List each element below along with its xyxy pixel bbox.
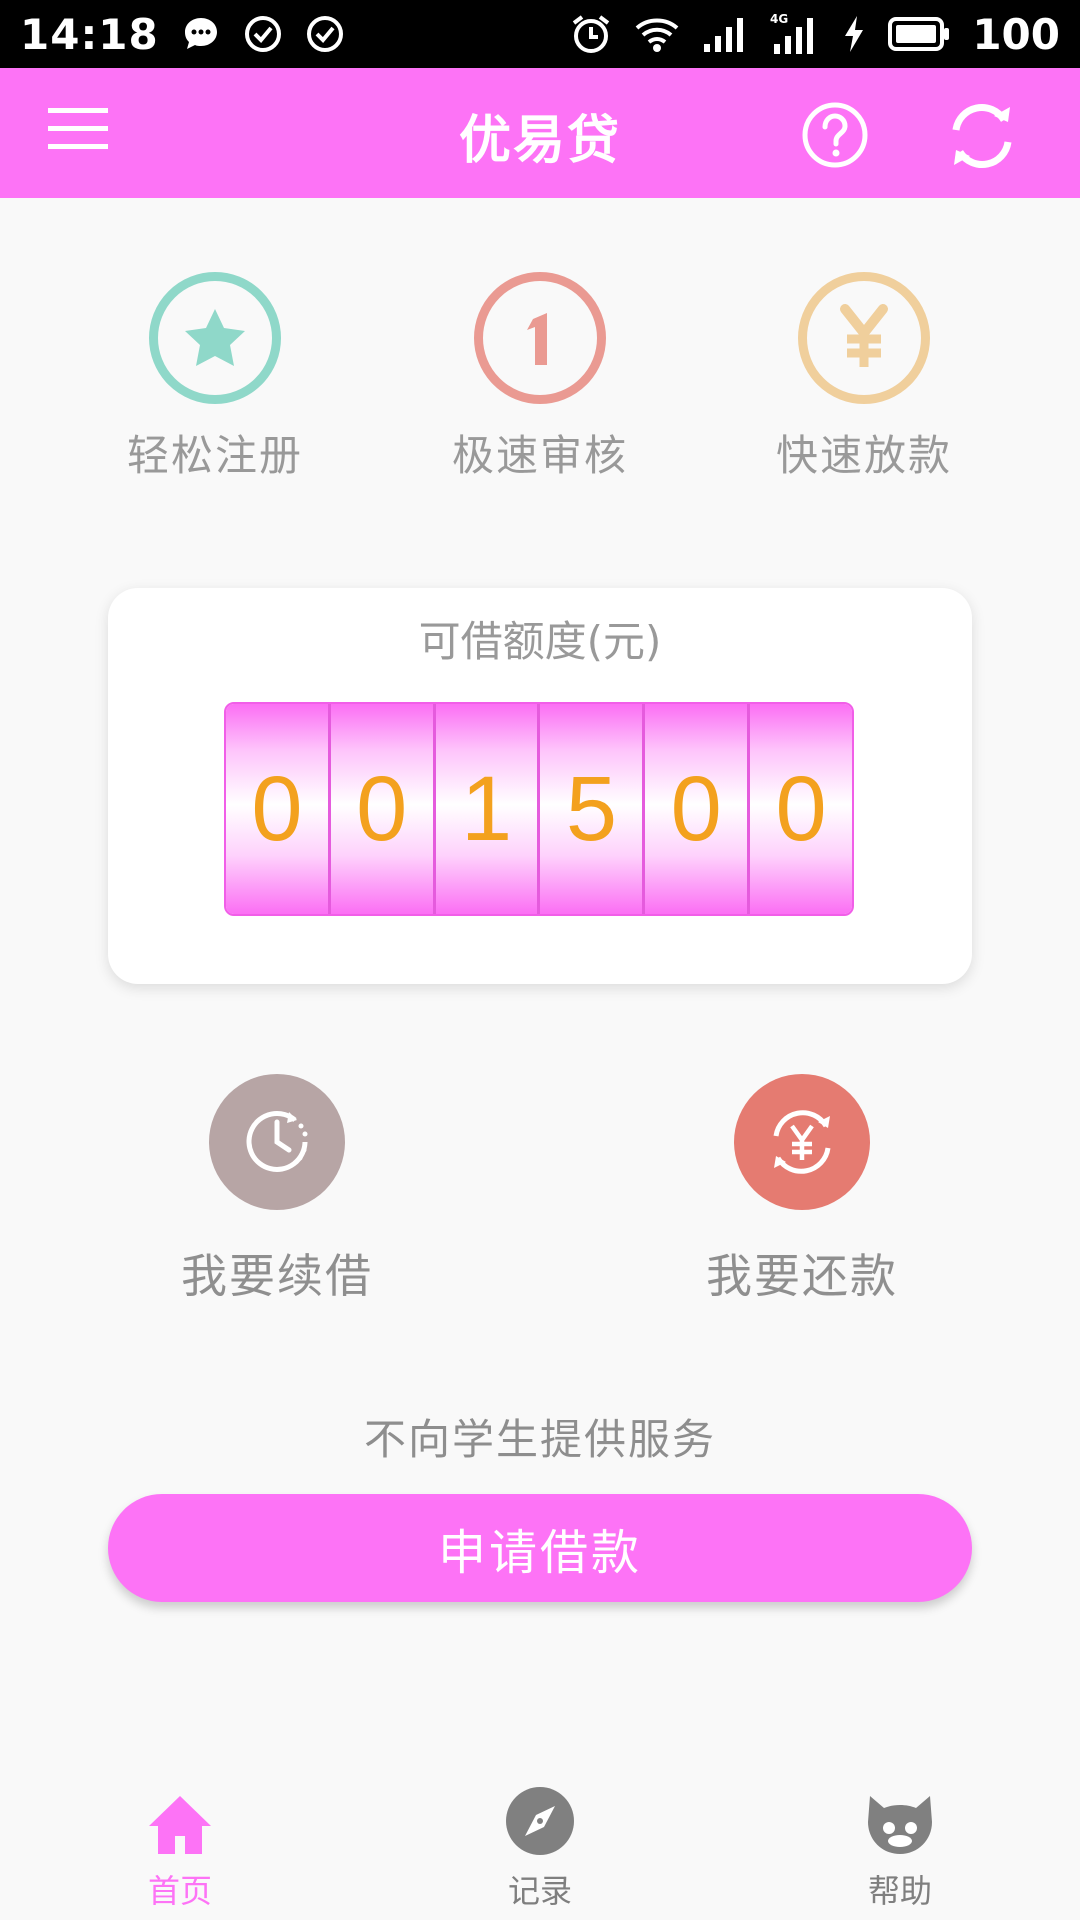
credit-digit: 0: [645, 704, 751, 914]
app-bar: 优易贷: [0, 68, 1080, 198]
cat-icon: [820, 1780, 980, 1856]
star-icon: [149, 272, 281, 404]
nav-records[interactable]: 记录: [460, 1780, 620, 1912]
app-title: 优易贷: [458, 111, 621, 171]
nav-label: 帮助: [867, 1872, 932, 1910]
alarm-icon: [570, 13, 612, 55]
compass-icon: [460, 1780, 620, 1856]
credit-digits: 0 0 1 5 0 0: [224, 702, 854, 916]
apply-loan-button[interactable]: 申请借款: [108, 1494, 972, 1602]
renew-loan-button[interactable]: 我要续借: [147, 1074, 407, 1306]
message-icon: [181, 14, 221, 54]
yuan-icon: [798, 272, 930, 404]
bottom-navigation: 首页 记录 帮助: [0, 1780, 1080, 1920]
help-button[interactable]: [800, 100, 870, 170]
feature-fast-loan: 快速放款: [754, 272, 974, 483]
credit-limit-title: 可借额度(元): [418, 617, 662, 666]
status-bar: 14:18 4G 100: [0, 0, 1080, 68]
nav-label: 首页: [147, 1872, 212, 1910]
credit-limit-card: 可借额度(元) 0 0 1 5 0 0: [108, 588, 972, 984]
signal-4g-icon: 4G: [770, 12, 820, 56]
feature-row: 轻松注册 极速审核 快速放款: [0, 272, 1080, 492]
home-icon: [100, 1780, 260, 1856]
feature-easy-register: 轻松注册: [105, 272, 325, 483]
repay-button[interactable]: 我要还款: [672, 1074, 932, 1306]
check-circle-icon: [305, 14, 345, 54]
clock-icon: [209, 1074, 345, 1210]
feature-label: 轻松注册: [126, 431, 303, 480]
feature-label: 快速放款: [775, 431, 952, 480]
battery-icon: [888, 16, 950, 52]
credit-digit: 1: [435, 704, 541, 914]
repay-label: 我要还款: [706, 1249, 898, 1303]
credit-digit: 0: [226, 704, 331, 914]
credit-digit: 0: [750, 704, 852, 914]
feature-fast-review: 极速审核: [430, 272, 650, 483]
battery-level: 100: [972, 9, 1060, 59]
credit-digit: 5: [540, 704, 646, 914]
check-circle-icon: [243, 14, 283, 54]
student-notice: 不向学生提供服务: [363, 1415, 716, 1464]
wifi-icon: [634, 14, 680, 54]
signal-icon: [702, 14, 748, 54]
charging-icon: [842, 14, 866, 54]
one-icon: [474, 272, 606, 404]
feature-label: 极速审核: [451, 431, 628, 480]
renew-loan-label: 我要续借: [181, 1249, 373, 1303]
svg-text:4G: 4G: [770, 12, 788, 26]
refresh-icon: [952, 104, 1012, 168]
nav-home[interactable]: 首页: [100, 1780, 260, 1912]
nav-help[interactable]: 帮助: [820, 1780, 980, 1912]
question-icon: [802, 102, 868, 168]
refresh-button[interactable]: [942, 98, 1022, 174]
nav-label: 记录: [507, 1872, 572, 1910]
status-time: 14:18: [20, 9, 159, 59]
yuan-exchange-icon: [734, 1074, 870, 1210]
credit-digit: 0: [330, 704, 436, 914]
